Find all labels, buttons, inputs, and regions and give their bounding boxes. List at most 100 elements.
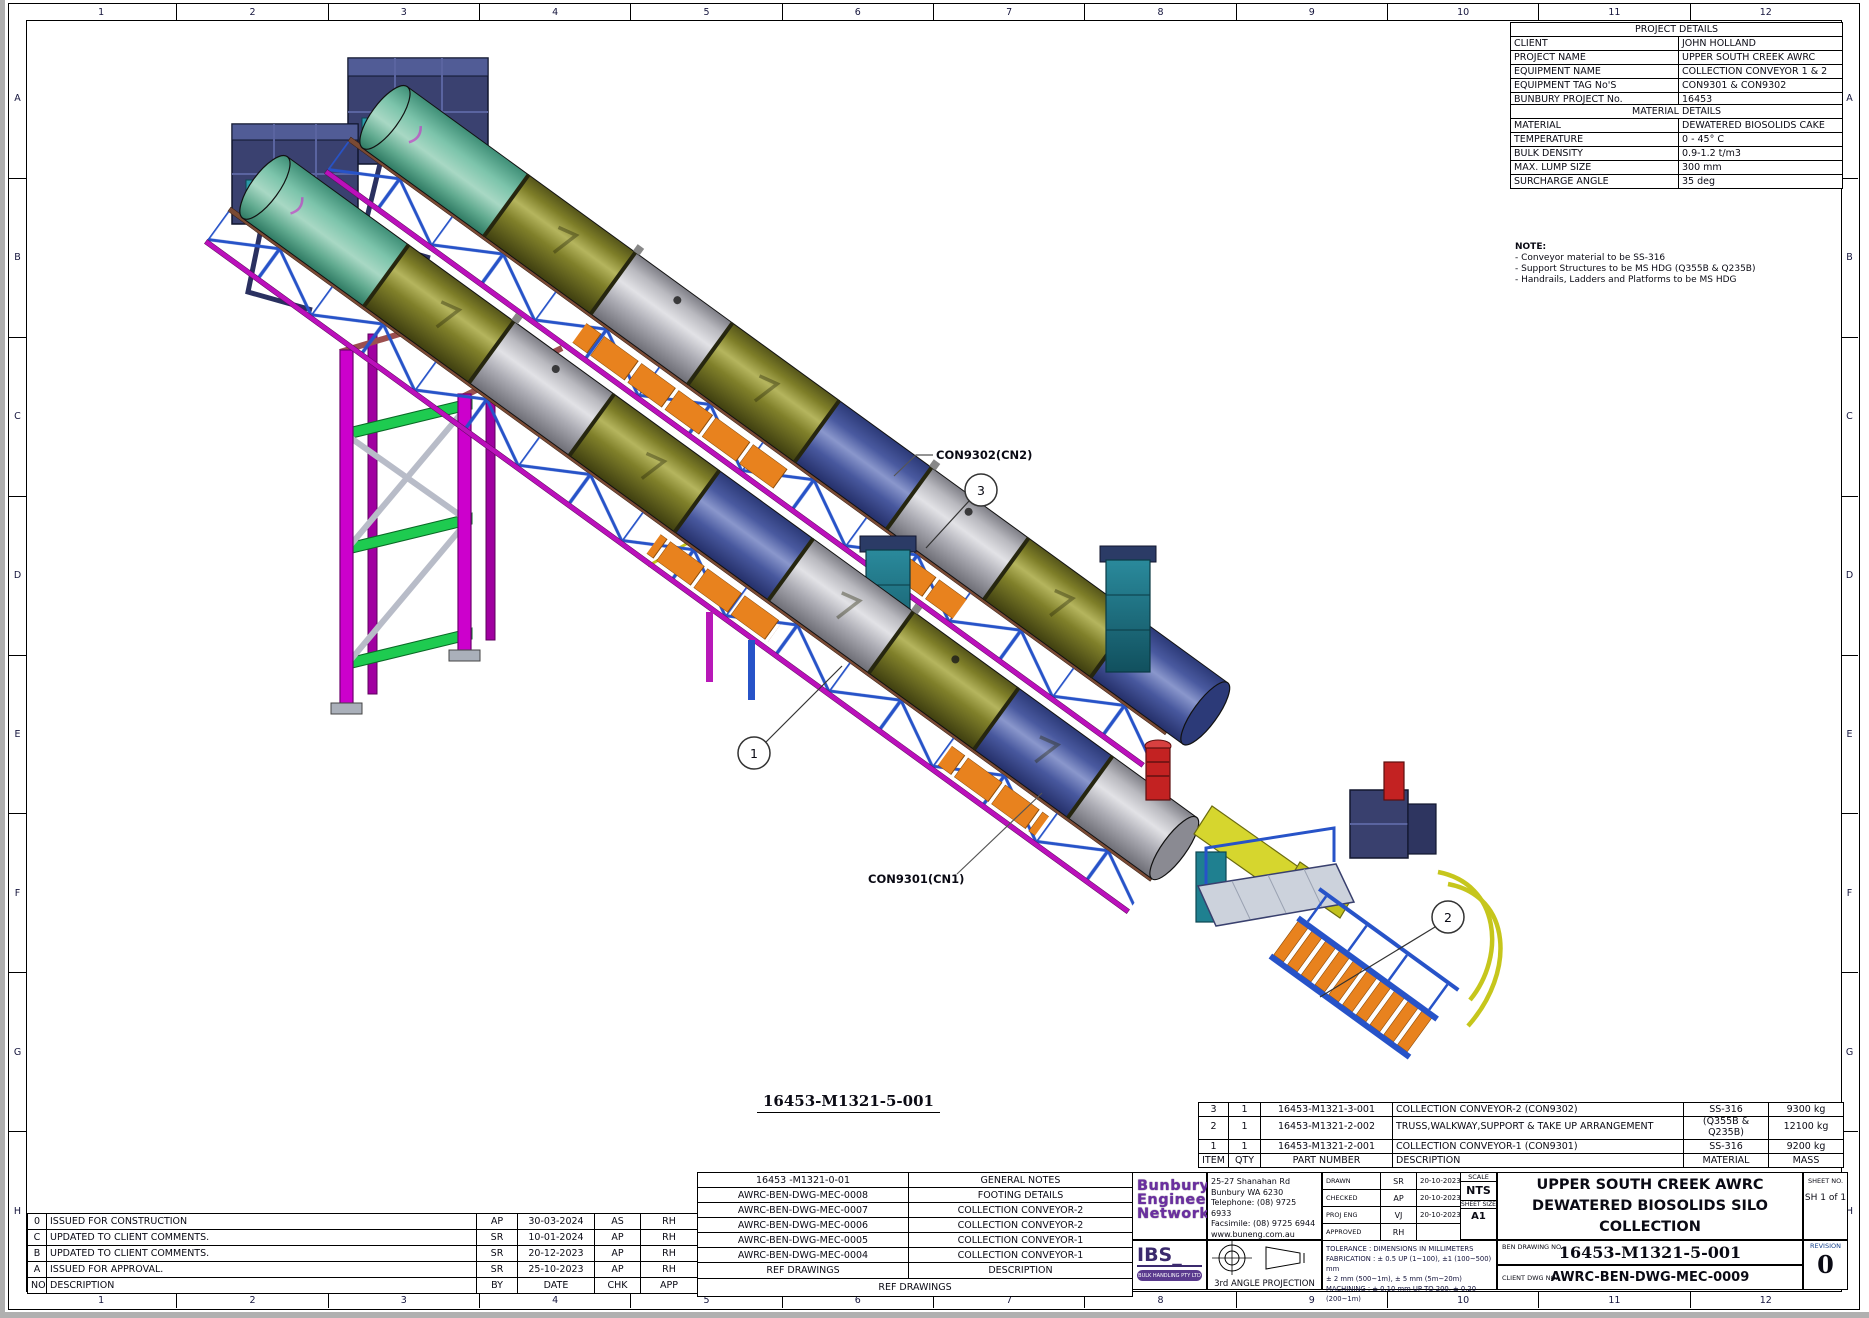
row-label-C: C (1841, 338, 1858, 497)
table-title: PROJECT DETAILS (1511, 23, 1843, 37)
table-cell: SS-316 (1684, 1139, 1769, 1153)
table-cell: DATE (518, 1278, 595, 1294)
address-line: Telephone: (08) 9725 6933 (1211, 1198, 1318, 1219)
col-label-8: 8 (1085, 4, 1236, 20)
row-label-B: B (9, 179, 26, 338)
table-cell: 3 (1199, 1103, 1229, 1117)
address-line: Facsimile: (08) 9725 6944 (1211, 1219, 1318, 1230)
table-cell: SS-316 (1684, 1103, 1769, 1117)
drawing-title-line: DEWATERED BIOSOLIDS SILO COLLECTION (1498, 1196, 1802, 1238)
table-cell: CLIENT (1511, 37, 1679, 51)
table-cell: BY (477, 1278, 518, 1294)
notes-title: NOTE: (1515, 242, 1755, 253)
client-dwg-label: CLIENT DWG NO. (1502, 1274, 1557, 1282)
table-cell: 20-10-2023 (1417, 1173, 1461, 1190)
third-angle-projection-icon (1208, 1241, 1321, 1275)
row-label-H: H (9, 1132, 26, 1290)
table-cell: SURCHARGE ANGLE (1511, 175, 1679, 189)
table-cell: NO. (28, 1278, 47, 1294)
table-cell: AP (477, 1214, 518, 1230)
revision-value: 0 (1804, 1250, 1847, 1280)
ruler-right: ABCDEFGH (1841, 20, 1858, 1290)
table-cell: 9200 kg (1769, 1139, 1844, 1153)
table-title: MATERIAL DETAILS (1511, 105, 1843, 119)
col-label-12: 12 (1691, 4, 1841, 20)
sheet-no-label: SHEET NO. (1804, 1177, 1847, 1185)
col-label-2: 2 (177, 4, 328, 20)
table-cell: AWRC-BEN-DWG-MEC-0007 (698, 1203, 909, 1218)
col-label-2: 2 (177, 1292, 328, 1308)
company-address: 25-27 Shanahan Rd Bunbury WA 6230 Teleph… (1207, 1172, 1322, 1240)
bom-table: 3116453-M1321-3-001COLLECTION CONVEYOR-2… (1198, 1102, 1844, 1168)
table-cell: COLLECTION CONVEYOR-2 (909, 1203, 1133, 1218)
col-label-5: 5 (631, 4, 782, 20)
table-cell: 20-12-2023 (518, 1246, 595, 1262)
table-cell: RH (641, 1246, 698, 1262)
table-cell: PART NUMBER (1261, 1153, 1393, 1167)
drawing-title-line: UPPER SOUTH CREEK AWRC (1498, 1175, 1802, 1196)
table-cell: C (28, 1230, 47, 1246)
table-cell: JOHN HOLLAND (1679, 37, 1843, 51)
scale-label: SCALE (1461, 1173, 1496, 1182)
table-cell: DESCRIPTION (909, 1263, 1133, 1279)
row-label-E: E (9, 656, 26, 815)
table-cell: 1 (1229, 1139, 1261, 1153)
table-cell: MATERIAL (1511, 119, 1679, 133)
note-line: - Handrails, Ladders and Platforms to be… (1515, 275, 1755, 286)
table-cell: AP (595, 1230, 641, 1246)
ben-dwg-label: BEN DRAWING NO. (1502, 1243, 1563, 1251)
table-cell: VJ (1381, 1207, 1417, 1224)
table-cell: TRUSS,WALKWAY,SUPPORT & TAKE UP ARRANGEM… (1393, 1117, 1684, 1140)
sheet-no-box: SHEET NO. SH 1 of 1 (1803, 1172, 1848, 1240)
table-cell: 2 (1199, 1117, 1229, 1140)
col-label-4: 4 (480, 4, 631, 20)
table-cell: GENERAL NOTES (909, 1173, 1133, 1188)
table-cell: APPROVED (1323, 1224, 1381, 1241)
notes-block: NOTE: - Conveyor material to be SS-316 -… (1515, 242, 1755, 286)
table-cell: AS (595, 1214, 641, 1230)
table-cell: ITEM (1199, 1153, 1229, 1167)
table-cell: COLLECTION CONVEYOR-1 (909, 1233, 1133, 1248)
address-line: 25-27 Shanahan Rd (1211, 1177, 1318, 1188)
revision-table: 0ISSUED FOR CONSTRUCTIONAP30-03-2024ASRH… (27, 1213, 698, 1294)
drawing-title: UPPER SOUTH CREEK AWRC DEWATERED BIOSOLI… (1497, 1172, 1803, 1240)
table-cell: 10-01-2024 (518, 1230, 595, 1246)
row-label-C: C (9, 338, 26, 497)
table-cell: CHK (595, 1278, 641, 1294)
ibs-logo-text: IBS_ (1137, 1245, 1202, 1267)
table-cell: (Q355B & Q235B) (1684, 1117, 1769, 1140)
table-cell: DRAWN (1323, 1173, 1381, 1190)
table-cell: CON9301 & CON9302 (1679, 79, 1843, 93)
revision-box: REVISION 0 (1803, 1240, 1848, 1290)
table-cell: COLLECTION CONVEYOR 1 & 2 (1679, 65, 1843, 79)
table-cell: 0 - 45° C (1679, 133, 1843, 147)
table-cell: SR (477, 1262, 518, 1278)
ben-dwg-box: BEN DRAWING NO. 16453-M1321-5-001 (1497, 1240, 1803, 1265)
col-label-3: 3 (329, 4, 480, 20)
row-label-D: D (9, 497, 26, 656)
ibs-logo: IBS_ BULK HANDLING PTY LTD (1132, 1240, 1207, 1290)
table-cell (1417, 1224, 1461, 1241)
table-cell: 300 mm (1679, 161, 1843, 175)
company-logo: Bunbury Engineering Network (1132, 1172, 1207, 1240)
table-cell: 20-10-2023 (1417, 1207, 1461, 1224)
table-cell: AP (595, 1262, 641, 1278)
row-label-A: A (1841, 20, 1858, 179)
approvals-table: DRAWNSR20-10-2023CHECKEDAP20-10-2023PROJ… (1322, 1172, 1461, 1241)
table-cell: DESCRIPTION (47, 1278, 477, 1294)
table-cell: RH (641, 1214, 698, 1230)
ref-drawings-table: 16453 -M1321-0-01GENERAL NOTESAWRC-BEN-D… (697, 1172, 1133, 1297)
table-cell: COLLECTION CONVEYOR-2 (CON9302) (1393, 1103, 1684, 1117)
table-cell: 25-10-2023 (518, 1262, 595, 1278)
project-details-table: PROJECT DETAILSCLIENTJOHN HOLLANDPROJECT… (1510, 22, 1843, 107)
table-cell: 0 (28, 1214, 47, 1230)
col-label-3: 3 (329, 1292, 480, 1308)
table-cell: B (28, 1246, 47, 1262)
col-label-9: 9 (1237, 4, 1388, 20)
col-label-12: 12 (1691, 1292, 1841, 1308)
table-cell: PROJECT NAME (1511, 51, 1679, 65)
table-cell: CHECKED (1323, 1190, 1381, 1207)
row-label-A: A (9, 20, 26, 179)
table-cell: 35 deg (1679, 175, 1843, 189)
table-cell: AWRC-BEN-DWG-MEC-0006 (698, 1218, 909, 1233)
